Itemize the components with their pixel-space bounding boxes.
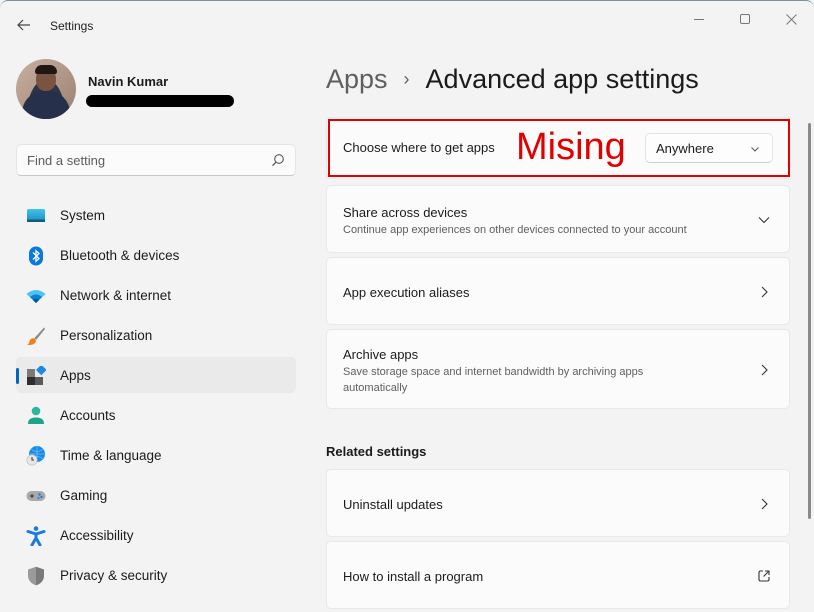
sidebar-item-label: Accessibility xyxy=(60,528,134,543)
sidebar-nav: System Bluetooth & devices Network & int… xyxy=(16,197,296,597)
close-button[interactable] xyxy=(768,5,814,33)
person-icon xyxy=(28,406,44,424)
dropdown-selected-value: Anywhere xyxy=(656,141,714,156)
sidebar-item-personalization[interactable]: Personalization xyxy=(16,317,296,353)
sidebar-item-label: Bluetooth & devices xyxy=(60,248,180,263)
shield-icon xyxy=(28,566,44,586)
how-to-install-program-card[interactable]: How to install a program xyxy=(326,541,790,609)
user-profile[interactable]: Navin Kumar xyxy=(16,59,296,119)
chevron-right-icon xyxy=(761,364,768,376)
uninstall-updates-card[interactable]: Uninstall updates xyxy=(326,469,790,537)
minimize-button[interactable] xyxy=(676,5,722,33)
app-execution-aliases-card[interactable]: App execution aliases xyxy=(326,257,790,325)
archive-apps-card[interactable]: Archive apps Save storage space and inte… xyxy=(326,329,790,409)
breadcrumb: Apps › Advanced app settings xyxy=(326,59,699,99)
chevron-right-icon xyxy=(761,286,768,298)
where-to-get-apps-label: Choose where to get apps xyxy=(343,140,495,155)
apps-icon xyxy=(27,366,46,385)
bluetooth-icon xyxy=(29,246,43,266)
maximize-icon xyxy=(740,14,750,24)
sidebar-item-label: Gaming xyxy=(60,488,108,503)
sidebar-item-system[interactable]: System xyxy=(16,197,296,233)
sidebar-item-label: Personalization xyxy=(60,328,153,343)
app-title: Settings xyxy=(50,19,94,33)
breadcrumb-parent[interactable]: Apps xyxy=(326,64,388,95)
search-icon[interactable] xyxy=(271,153,285,167)
breadcrumb-separator: › xyxy=(403,68,410,89)
sidebar-item-gaming[interactable]: Gaming xyxy=(16,477,296,513)
sidebar-item-apps[interactable]: Apps xyxy=(16,357,296,393)
how-to-install-program-title: How to install a program xyxy=(343,569,484,584)
page-title: Advanced app settings xyxy=(425,63,699,94)
sidebar-item-label: Network & internet xyxy=(60,288,172,303)
close-icon xyxy=(785,13,797,25)
external-link-icon xyxy=(758,570,770,582)
share-across-devices-card[interactable]: Share across devices Continue app experi… xyxy=(326,185,790,253)
chevron-down-icon xyxy=(751,147,759,152)
app-execution-aliases-title: App execution aliases xyxy=(343,285,470,300)
minimize-icon xyxy=(694,19,704,20)
paintbrush-icon xyxy=(27,327,45,345)
sidebar-item-time-language[interactable]: Time & language xyxy=(16,437,296,473)
arrow-left-icon xyxy=(17,19,30,31)
share-across-devices-title: Share across devices xyxy=(343,205,468,220)
profile-name: Navin Kumar xyxy=(88,74,169,89)
sidebar-item-network[interactable]: Network & internet xyxy=(16,277,296,313)
globe-clock-icon xyxy=(26,446,45,466)
title-bar: Settings xyxy=(0,1,814,49)
gamepad-icon xyxy=(26,491,46,501)
sidebar-item-label: Accounts xyxy=(60,408,116,423)
back-button[interactable] xyxy=(12,13,36,37)
search-box[interactable] xyxy=(16,144,296,176)
sidebar-item-label: Time & language xyxy=(60,448,162,463)
uninstall-updates-title: Uninstall updates xyxy=(343,497,443,512)
wifi-icon xyxy=(26,290,46,303)
accessibility-icon xyxy=(26,526,46,546)
sidebar-item-accessibility[interactable]: Accessibility xyxy=(16,517,296,553)
sidebar-item-label: Privacy & security xyxy=(60,568,168,583)
avatar xyxy=(16,59,76,119)
sidebar-item-label: System xyxy=(60,208,106,223)
maximize-button[interactable] xyxy=(722,5,768,33)
search-input[interactable] xyxy=(27,151,257,169)
annotation-text: Mising xyxy=(516,126,626,168)
sidebar-item-accounts[interactable]: Accounts xyxy=(16,397,296,433)
chevron-down-icon[interactable] xyxy=(757,213,771,227)
scrollbar[interactable] xyxy=(808,123,811,519)
settings-window: Settings Navin Kumar System xyxy=(0,0,814,612)
chevron-right-icon xyxy=(761,498,768,510)
sidebar-item-privacy-security[interactable]: Privacy & security xyxy=(16,557,296,593)
related-settings-heading: Related settings xyxy=(326,444,427,459)
archive-apps-description: Save storage space and internet bandwidt… xyxy=(343,366,644,394)
sidebar-item-bluetooth[interactable]: Bluetooth & devices xyxy=(16,237,296,273)
where-to-get-apps-dropdown[interactable]: Anywhere xyxy=(645,133,773,163)
sidebar-item-label: Apps xyxy=(60,368,91,383)
monitor-icon xyxy=(27,209,45,222)
archive-apps-title: Archive apps xyxy=(343,347,419,362)
share-across-devices-description: Continue app experiences on other device… xyxy=(343,224,687,236)
profile-email-redacted xyxy=(86,95,234,107)
